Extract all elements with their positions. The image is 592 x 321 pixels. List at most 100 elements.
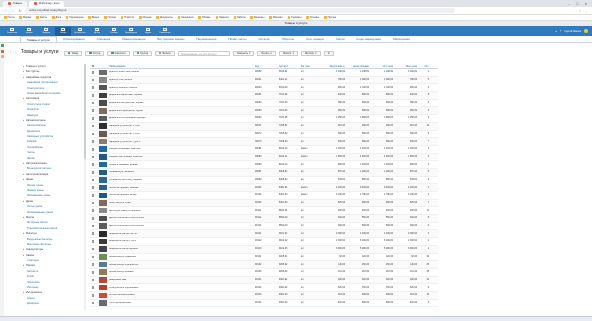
toolbar-button[interactable]: Группа — [132, 50, 152, 56]
section-tab[interactable]: Списания — [91, 36, 117, 42]
row-checkbox[interactable] — [91, 209, 95, 213]
tree-item[interactable]: Домкраты — [20, 301, 82, 306]
table-row[interactable]: Щетка для снега со скребком 00111 8502-01 ш… — [90, 207, 438, 216]
toolbar-menu-button[interactable]: Печать ▾ — [257, 50, 276, 56]
app-icon[interactable] — [0, 49, 4, 53]
row-checkbox[interactable] — [91, 140, 95, 143]
browser-tab[interactable]: МойСклад - вход — [28, 0, 65, 7]
cell-name[interactable]: Зарядное устройство, 2 USB — [109, 125, 255, 127]
product-thumbnail[interactable] — [98, 238, 107, 245]
row-checkbox[interactable] — [91, 132, 95, 136]
ribbon-item[interactable]: Закупки — [21, 27, 37, 36]
table-row[interactable]: Адаптер Smart Cast, кабель 00052 5523-61 шт… — [90, 69, 438, 77]
app-icon[interactable] — [0, 44, 4, 47]
product-thumbnail[interactable] — [98, 131, 107, 137]
product-thumbnail[interactable] — [98, 254, 107, 260]
table-row[interactable]: Видеорегистратор с GPS 00122 9101-02 шт 4 30… — [90, 238, 438, 246]
table-row[interactable]: Аптечка автомобильная 00143 9301-03 шт 310,0… — [90, 291, 438, 300]
cell-name[interactable]: Ароматизатор подвесной — [109, 256, 255, 258]
section-tab[interactable]: Перемещения — [190, 36, 222, 42]
row-checkbox[interactable] — [91, 263, 95, 266]
row-checkbox[interactable] — [91, 286, 95, 289]
close-icon[interactable]: ✕ — [584, 2, 587, 6]
product-thumbnail[interactable] — [98, 246, 107, 252]
row-checkbox[interactable] — [91, 270, 95, 274]
table-row[interactable]: Чехол на руль, кожа 00103 8401-03 шт 620,00 9… — [90, 199, 438, 208]
cell-name[interactable]: Чехол на руль, кожа — [109, 202, 255, 204]
table-row[interactable]: Огнетушитель порошковый 00142 9301-02 шт 520… — [90, 284, 438, 292]
product-thumbnail[interactable] — [98, 215, 107, 222]
extensions-icon[interactable]: ⋮ — [585, 9, 588, 13]
table-row[interactable]: Коврик в багажник, резина 00083 8102-12 шт 9… — [90, 161, 438, 169]
product-thumbnail[interactable] — [98, 269, 107, 275]
product-thumbnail[interactable] — [98, 207, 107, 214]
url-field[interactable]: online.moysklad.ru/app/#good — [25, 7, 455, 14]
select-all-checkbox[interactable] — [91, 64, 95, 68]
table-row[interactable]: Органайзер на спинку сиденья 00092 8305-02… — [90, 177, 438, 185]
ribbon-item[interactable]: Розница — [106, 27, 122, 36]
product-thumbnail[interactable] — [98, 292, 107, 299]
section-tab[interactable]: Обороты — [276, 36, 301, 42]
product-thumbnail[interactable] — [98, 154, 107, 160]
bookmark-item[interactable]: Прочее — [324, 16, 336, 19]
bookmark-item[interactable]: Диск — [52, 16, 61, 19]
cell-name[interactable]: Адаптер Smart Cast, кабель — [109, 71, 255, 73]
cell-name[interactable]: Чехлы на сиденья, экокожа — [109, 187, 255, 189]
row-checkbox[interactable] — [91, 155, 95, 159]
cell-name[interactable]: Аварийный знак — [109, 279, 255, 281]
row-checkbox[interactable] — [91, 201, 95, 205]
ribbon-item[interactable]: Деньги — [89, 27, 105, 36]
section-tab[interactable]: Инвентаризации — [116, 36, 151, 42]
favorite-star-icon[interactable]: ☆ — [14, 50, 18, 55]
row-checkbox[interactable] — [91, 170, 95, 174]
table-row[interactable]: Ароматизатор гелевый 00133 9205-03 шт 110,00… — [90, 269, 438, 277]
table-row[interactable]: Зарядное устройство, 2 USB 00071 7205-01 шт… — [90, 122, 438, 131]
product-thumbnail[interactable] — [98, 161, 107, 168]
cell-name[interactable]: Видеорегистратор Full HD — [109, 233, 255, 235]
cell-name[interactable]: Держатель на присоске, черный — [109, 102, 255, 104]
bookmark-item[interactable]: Финансы — [250, 16, 264, 19]
table-row[interactable]: Держатель беспроводной зарядки 00064 7101-… — [90, 115, 438, 123]
cell-name[interactable]: Зарядное устройство, 3 USB — [109, 133, 255, 135]
toolbar-menu-button[interactable]: Экспорт ▾ — [300, 50, 321, 56]
bookmark-star-icon[interactable]: ☆ — [579, 9, 582, 13]
cell-name[interactable]: Коврики текстильные, комплект — [109, 156, 255, 158]
cell-name[interactable]: Зарядное устройство, Type-C — [109, 141, 255, 143]
table-row[interactable]: Адаптер USB, кабель 00041 6421-11 шт 780,00 1… — [90, 76, 438, 85]
bookmark-item[interactable]: Видео — [88, 16, 99, 19]
table-row[interactable]: Видеорегистратор Full HD 00121 9101-01 шт 2 … — [90, 230, 438, 239]
product-thumbnail[interactable] — [98, 300, 107, 306]
column-header[interactable]: Ед. изм. — [301, 65, 323, 68]
ribbon-item[interactable]: Контрагенты — [72, 27, 88, 36]
cell-name[interactable]: Щетка стеклоочистителя 600 мм — [109, 225, 255, 227]
product-thumbnail[interactable] — [98, 184, 107, 191]
section-tab[interactable]: Товары и услуги — [20, 36, 57, 42]
cell-name[interactable]: Органайзер на спинку сиденья — [109, 179, 255, 181]
back-arrow-icon[interactable]: ‹ — [10, 50, 11, 54]
cell-name[interactable]: Адаптер USB, кабель — [109, 79, 255, 81]
table-row[interactable]: Зарядное устройство, 3 USB 00072 7205-02 шт… — [90, 131, 438, 139]
column-header[interactable]: Закупочная ц. — [323, 65, 347, 68]
settings-gear-icon[interactable]: ⚙ — [323, 50, 334, 56]
toolbar-menu-button[interactable]: Изменить ▾ — [232, 50, 255, 56]
row-checkbox[interactable] — [91, 178, 95, 182]
toolbar-button[interactable]: Комплект — [107, 50, 130, 56]
table-row[interactable]: Зарядное устройство, Type-C 00073 7205-03 ш… — [90, 138, 438, 146]
table-row[interactable]: Коврики текстильные, комплект 00082 8102-1… — [90, 153, 438, 162]
bookmark-item[interactable]: Переводчик — [65, 16, 83, 19]
scrollbar-thumb[interactable] — [84, 64, 86, 159]
minimize-icon[interactable]: – — [568, 2, 570, 6]
row-checkbox[interactable] — [91, 293, 95, 297]
column-header[interactable]: Опт цена — [371, 65, 395, 68]
help-icon[interactable]: ? — [560, 30, 561, 33]
row-checkbox[interactable] — [91, 78, 95, 82]
table-row[interactable]: Коврики резиновые, комплект 00081 8102-10 к… — [90, 146, 438, 154]
bookmark-item[interactable]: Облако — [198, 16, 211, 19]
column-header[interactable]: Ост. — [419, 65, 429, 68]
table-row[interactable]: Органайзер в багажник 00091 8305-01 шт 870,0… — [90, 168, 438, 177]
avatar[interactable] — [584, 29, 588, 33]
table-row[interactable]: Видеорегистратор зеркало 00123 9101-03 шт 3 … — [90, 245, 438, 254]
section-tab[interactable]: Коды маркировки — [351, 36, 387, 42]
row-checkbox[interactable] — [91, 163, 95, 166]
row-checkbox[interactable] — [91, 186, 95, 189]
